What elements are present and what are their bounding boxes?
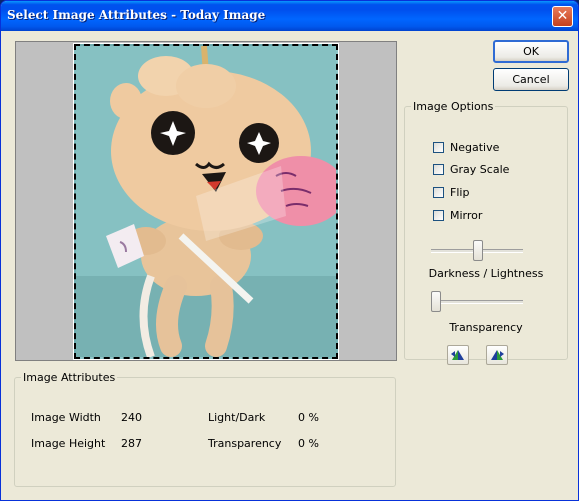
title-bar[interactable]: Select Image Attributes - Today Image ✕ [1, 1, 578, 31]
image-preview[interactable] [73, 43, 339, 360]
negative-checkbox[interactable]: Negative [433, 141, 553, 156]
close-button[interactable]: ✕ [552, 6, 573, 27]
darkness-lightness-slider[interactable] [431, 240, 525, 262]
checkbox-box[interactable] [433, 210, 444, 221]
flip-label: Flip [450, 186, 470, 199]
ok-button[interactable]: OK [493, 40, 569, 63]
darkness-lightness-label: Darkness / Lightness [428, 267, 544, 280]
image-attributes-group: Image Attributes Image Width 240 Light/D… [14, 371, 396, 487]
rotate-right-button[interactable] [486, 345, 508, 365]
image-attributes-legend: Image Attributes [23, 371, 116, 384]
image-width-label: Image Width [31, 411, 101, 424]
light-dark-value: 0 % [298, 411, 319, 424]
transparency-attr-value: 0 % [298, 437, 319, 450]
light-dark-label: Light/Dark [208, 411, 266, 424]
checkbox-box[interactable] [433, 164, 444, 175]
dialog-window: Select Image Attributes - Today Image ✕ [0, 0, 579, 501]
rotate-left-button[interactable] [447, 345, 469, 365]
checkbox-box[interactable] [433, 142, 444, 153]
slider-thumb[interactable] [431, 291, 441, 312]
gray-scale-checkbox[interactable]: Gray Scale [433, 163, 553, 178]
rotate-right-icon [491, 350, 504, 360]
window-title: Select Image Attributes - Today Image [7, 8, 266, 22]
slider-track[interactable] [431, 300, 523, 304]
negative-label: Negative [450, 141, 500, 154]
image-width-value: 240 [121, 411, 142, 424]
slider-thumb[interactable] [473, 240, 483, 261]
close-icon: ✕ [556, 8, 569, 24]
gray-scale-label: Gray Scale [450, 163, 510, 176]
transparency-label: Transparency [449, 321, 523, 334]
image-options-group: Image Options Negative Gray Scale Flip M… [404, 100, 568, 365]
rotate-left-icon [451, 350, 464, 360]
mirror-label: Mirror [450, 209, 483, 222]
transparency-slider[interactable] [431, 291, 525, 313]
flip-checkbox[interactable]: Flip [433, 186, 553, 201]
image-height-label: Image Height [31, 437, 106, 450]
mirror-checkbox[interactable]: Mirror [433, 209, 553, 224]
cancel-button[interactable]: Cancel [493, 68, 569, 91]
transparency-attr-label: Transparency [208, 437, 282, 450]
image-height-value: 287 [121, 437, 142, 450]
checkbox-box[interactable] [433, 187, 444, 198]
image-options-legend: Image Options [413, 100, 494, 113]
image-preview-area [15, 41, 397, 361]
plush-toy-photo [76, 46, 336, 357]
